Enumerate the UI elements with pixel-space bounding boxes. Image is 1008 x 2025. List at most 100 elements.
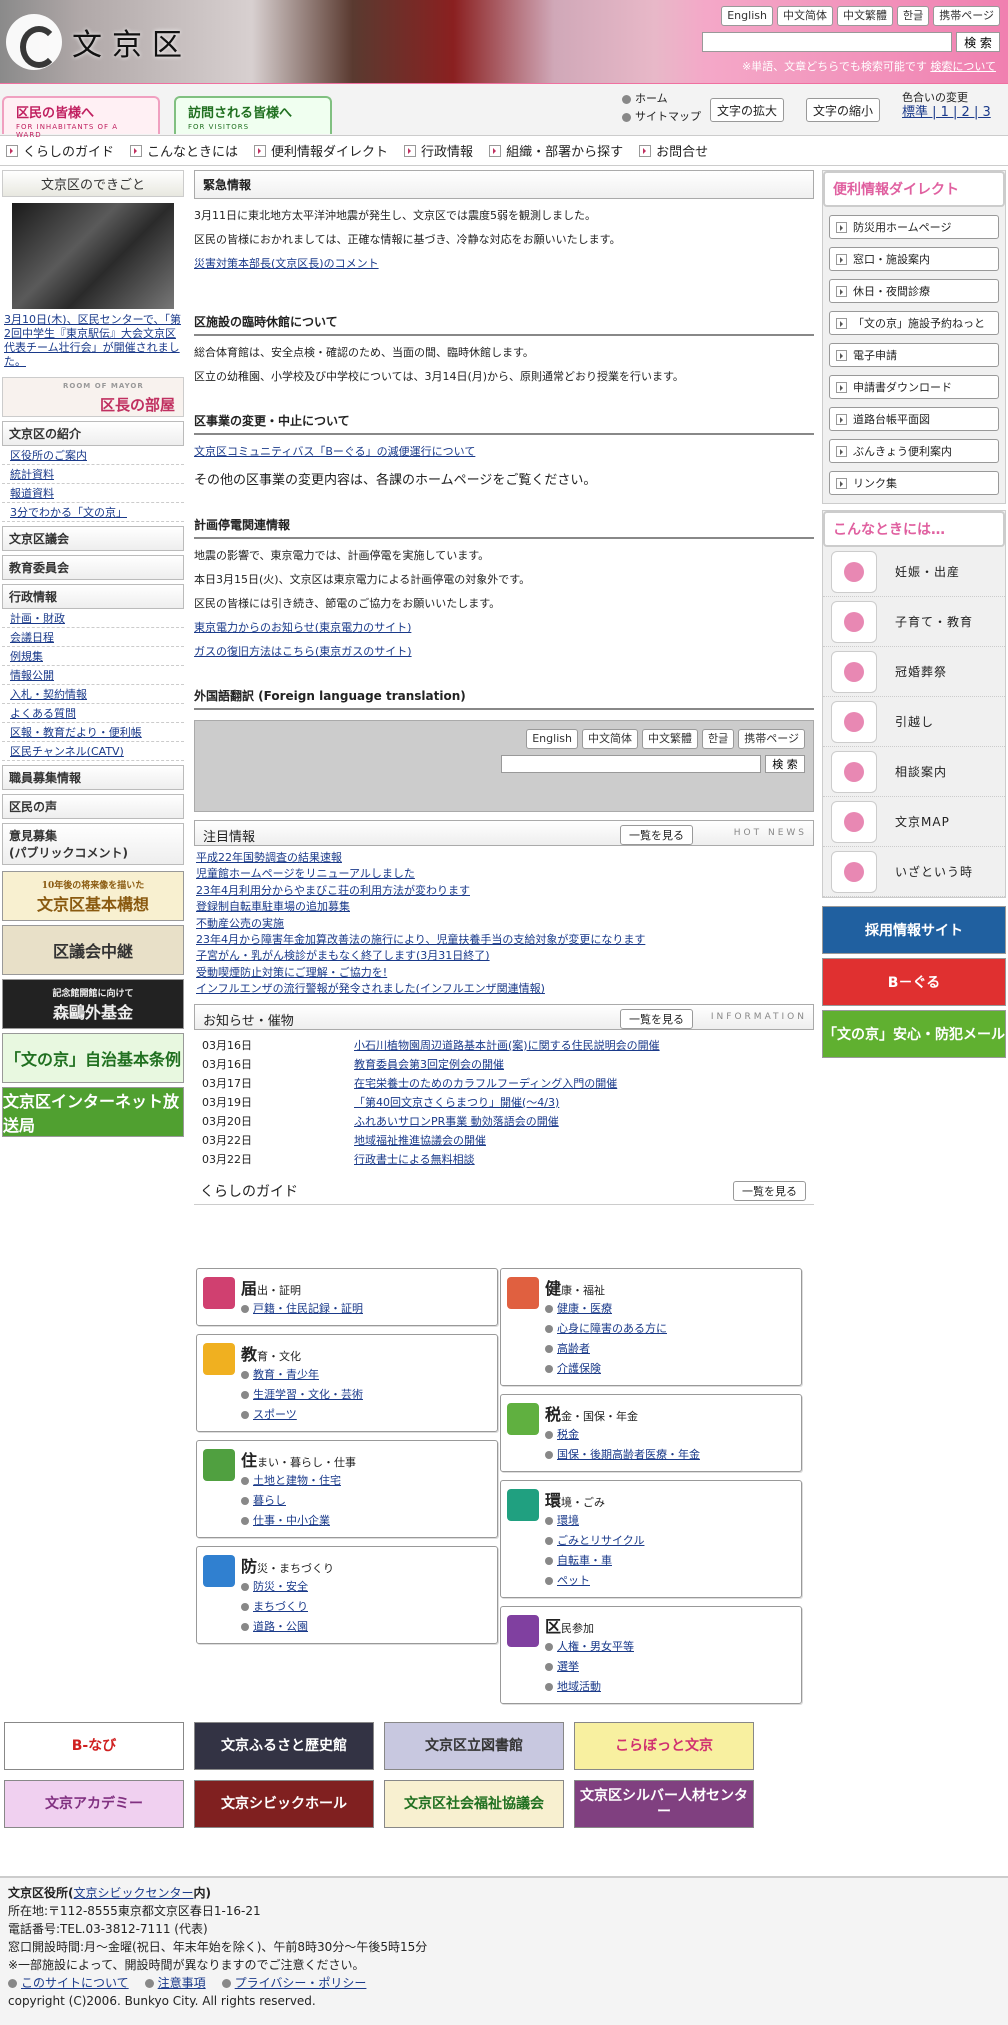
guide-item[interactable]: 暮らし bbox=[241, 1491, 491, 1511]
tokyo-gas-link[interactable]: ガスの復旧方法はこちら(東京ガスのサイト) bbox=[194, 645, 814, 659]
info-link[interactable]: 「第40回文京さくらまつり」開催(～4/3) bbox=[354, 1093, 559, 1112]
event-caption-link[interactable]: 3月10日(木)、区民センターで、「第2回中学生『東京駅伝』大会文京区代表チーム… bbox=[2, 309, 184, 373]
mobile-page-button[interactable]: 携帯ページ bbox=[738, 729, 805, 749]
konna-item[interactable]: 妊娠・出産 bbox=[823, 547, 1005, 597]
direct-item[interactable]: ぶんきょう便利案内 bbox=[829, 439, 999, 463]
gyosei-list-item[interactable]: 会議日程 bbox=[2, 628, 184, 647]
konna-item[interactable]: 子育て・教育 bbox=[823, 597, 1005, 647]
hot-news-item[interactable]: 23年4月利用分からやまびこ荘の利用方法が変わります bbox=[196, 883, 812, 899]
guide-link[interactable]: 防災・安全 bbox=[253, 1580, 308, 1593]
guide-link[interactable]: まちづくり bbox=[253, 1600, 308, 1613]
guide-item[interactable]: 健康・医療 bbox=[545, 1299, 795, 1319]
intro-list-item[interactable]: 統計資料 bbox=[2, 465, 184, 484]
hot-more-button[interactable]: 一覧を見る bbox=[620, 825, 693, 845]
konna-item[interactable]: 冠婚葬祭 bbox=[823, 647, 1005, 697]
tepco-link[interactable]: 東京電力からのお知らせ(東京電力のサイト) bbox=[194, 621, 814, 635]
direct-item[interactable]: 道路台帳平面図 bbox=[829, 407, 999, 431]
guide-link[interactable]: 仕事・中小企業 bbox=[253, 1514, 330, 1527]
guide-item[interactable]: 道路・公園 bbox=[241, 1617, 491, 1637]
guide-item[interactable]: 選挙 bbox=[545, 1657, 795, 1677]
guide-more-button[interactable]: 一覧を見る bbox=[733, 1180, 806, 1201]
guide-link[interactable]: ごみとリサイクル bbox=[557, 1534, 644, 1547]
guide-item[interactable]: 国保・後期高齢者医療・年金 bbox=[545, 1445, 795, 1465]
bottom-banner[interactable]: 文京区シルバー人材センター bbox=[574, 1780, 754, 1828]
bottom-banner[interactable]: 文京区社会福祉協議会 bbox=[384, 1780, 564, 1828]
intro-list-item[interactable]: 3分でわかる「文の京」 bbox=[2, 503, 184, 522]
translation-search-button[interactable]: 検 索 bbox=[765, 755, 805, 773]
hot-news-item[interactable]: 児童館ホームページをリニューアルしました bbox=[196, 866, 812, 882]
guide-link[interactable]: 健康・医療 bbox=[557, 1302, 612, 1315]
guide-item[interactable]: 生涯学習・文化・芸術 bbox=[241, 1385, 491, 1405]
info-link[interactable]: 在宅栄養士のためのカラフルフーディング入門の開催 bbox=[354, 1074, 617, 1093]
konna-item[interactable]: 引越し bbox=[823, 697, 1005, 747]
civic-center-link[interactable]: 文京シビックセンター bbox=[74, 1886, 194, 1900]
info-link[interactable]: 小石川植物園周辺道路基本計画(案)に関する住民説明会の開催 bbox=[354, 1036, 660, 1055]
guide-item[interactable]: 高齢者 bbox=[545, 1339, 795, 1359]
footer-link[interactable]: プライバシー・ポリシー bbox=[221, 1976, 367, 1990]
gyosei-list-item[interactable]: 情報公開 bbox=[2, 666, 184, 685]
guide-link[interactable]: 生涯学習・文化・芸術 bbox=[253, 1388, 363, 1401]
site-logo[interactable]: 文京区 bbox=[6, 14, 192, 70]
left-banner[interactable]: 「文の京」自治基本条例 bbox=[2, 1033, 184, 1083]
direct-item[interactable]: 電子申請 bbox=[829, 343, 999, 367]
right-banner[interactable]: 採用情報サイト bbox=[822, 906, 1006, 954]
mobile-page-button[interactable]: 携帯ページ bbox=[933, 6, 1000, 26]
subnav-item[interactable]: 便利情報ダイレクト bbox=[254, 141, 388, 160]
direct-item[interactable]: 「文の京」施設予約ねっと bbox=[829, 311, 999, 335]
section-recruit[interactable]: 職員募集情報 bbox=[2, 765, 184, 790]
gyosei-list-item[interactable]: 例規集 bbox=[2, 647, 184, 666]
hot-news-item[interactable]: 不動産公売の実施 bbox=[196, 916, 812, 932]
guide-item[interactable]: 税金 bbox=[545, 1425, 795, 1445]
sitemap-link[interactable]: サイトマップ bbox=[622, 108, 701, 126]
left-banner[interactable]: 区議会中継 bbox=[2, 925, 184, 975]
guide-link[interactable]: ペット bbox=[557, 1574, 590, 1587]
guide-item[interactable]: ごみとリサイクル bbox=[545, 1531, 795, 1551]
right-banner[interactable]: B－ぐる bbox=[822, 958, 1006, 1006]
hot-news-item[interactable]: インフルエンザの流行警報が発令されました(インフルエンザ関連情報) bbox=[196, 981, 812, 997]
hot-news-item[interactable]: 平成22年国勢調査の結果速報 bbox=[196, 850, 812, 866]
guide-link[interactable]: 道路・公園 bbox=[253, 1620, 308, 1633]
subnav-item[interactable]: 組織・部署から探す bbox=[489, 141, 623, 160]
direct-item[interactable]: リンク集 bbox=[829, 471, 999, 495]
subnav-item[interactable]: こんなときには bbox=[130, 141, 238, 160]
hot-news-item[interactable]: 登録制自転車駐車場の追加募集 bbox=[196, 899, 812, 915]
search-button[interactable]: 検 索 bbox=[956, 32, 1000, 52]
guide-item[interactable]: まちづくり bbox=[241, 1597, 491, 1617]
info-link[interactable]: 地域福祉推進協議会の開催 bbox=[354, 1131, 486, 1150]
intro-list-item[interactable]: 区役所のご案内 bbox=[2, 446, 184, 465]
guide-item[interactable]: 仕事・中小企業 bbox=[241, 1511, 491, 1531]
gyosei-list-item[interactable]: よくある質問 bbox=[2, 704, 184, 723]
gyosei-list-item[interactable]: 計画・財政 bbox=[2, 609, 184, 628]
subnav-item[interactable]: お問合せ bbox=[639, 141, 708, 160]
lang-korean-button[interactable]: 한글 bbox=[896, 6, 930, 26]
guide-link[interactable]: 地域活動 bbox=[557, 1680, 601, 1693]
guide-item[interactable]: 環境 bbox=[545, 1511, 795, 1531]
tab-residents[interactable]: 区民の皆様へ FOR INHABITANTS OF A WARD bbox=[2, 96, 160, 139]
tab-visitors[interactable]: 訪問される皆様へ FOR VISITORS bbox=[174, 96, 332, 134]
footer-link-label[interactable]: このサイトについて bbox=[21, 1976, 129, 1990]
guide-item[interactable]: ペット bbox=[545, 1571, 795, 1591]
search-help-link[interactable]: 検索について bbox=[930, 60, 996, 73]
left-banner[interactable]: 文京区インターネット放送局 bbox=[2, 1087, 184, 1137]
bottom-banner[interactable]: B-なび bbox=[4, 1722, 184, 1770]
section-voice[interactable]: 区民の声 bbox=[2, 794, 184, 819]
konna-item[interactable]: 相談案内 bbox=[823, 747, 1005, 797]
bottom-banner[interactable]: こらぼっと文京 bbox=[574, 1722, 754, 1770]
lang-zh-cn-button[interactable]: 中文简体 bbox=[776, 6, 833, 26]
guide-link[interactable]: 戸籍・住民記録・証明 bbox=[253, 1302, 363, 1315]
guide-link[interactable]: 選挙 bbox=[557, 1660, 579, 1673]
bottom-banner[interactable]: 文京ふるさと歴史館 bbox=[194, 1722, 374, 1770]
section-opinion[interactable]: 意見募集 (パブリックコメント) bbox=[2, 823, 184, 865]
guide-link[interactable]: 教育・青少年 bbox=[253, 1368, 319, 1381]
footer-link-label[interactable]: プライバシー・ポリシー bbox=[235, 1976, 367, 1990]
info-link[interactable]: 行政書士による無料相談 bbox=[354, 1150, 475, 1169]
konna-item[interactable]: 文京MAP bbox=[823, 797, 1005, 847]
left-banner[interactable]: 10年後の将来像を描いた 文京区基本構想 bbox=[2, 871, 184, 921]
section-intro[interactable]: 文京区の紹介 bbox=[2, 421, 184, 446]
gyosei-list-item[interactable]: 区民チャンネル(CATV) bbox=[2, 742, 184, 761]
guide-link[interactable]: 高齢者 bbox=[557, 1342, 590, 1355]
lang-english-button[interactable]: English bbox=[526, 729, 578, 749]
guide-link[interactable]: スポーツ bbox=[253, 1408, 297, 1421]
guide-link[interactable]: 心身に障害のある方に bbox=[557, 1322, 667, 1335]
subnav-item[interactable]: くらしのガイド bbox=[6, 141, 114, 160]
